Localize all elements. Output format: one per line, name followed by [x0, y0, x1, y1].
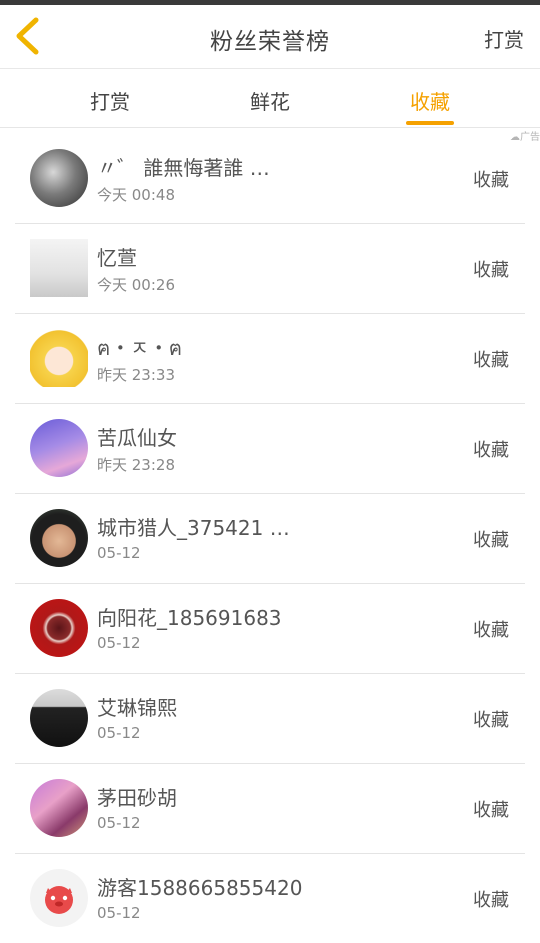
- fan-action: 收藏: [473, 350, 509, 371]
- avatar: [30, 779, 88, 837]
- tab-flowers[interactable]: 鲜花: [230, 86, 310, 115]
- fan-action: 收藏: [473, 710, 509, 731]
- avatar: [30, 509, 88, 567]
- list-item[interactable]: 游客1588665855420 05-12 收藏: [15, 854, 525, 943]
- list-item[interactable]: ฅ・ㅈ・ฅ 昨天 23:33 收藏: [15, 314, 525, 404]
- fan-name: 艾琳锦熙: [97, 696, 177, 720]
- fan-name: 城市猎人_375421 …: [97, 516, 290, 540]
- tab-reward[interactable]: 打赏: [70, 86, 150, 115]
- avatar: [30, 869, 88, 927]
- avatar: [30, 329, 88, 387]
- fan-name: 向阳花_185691683: [97, 606, 282, 630]
- fan-time: 05-12: [97, 814, 141, 832]
- avatar: [30, 149, 88, 207]
- fan-time: 今天 00:48: [97, 186, 175, 204]
- avatar: [30, 239, 88, 297]
- page-title: 粉丝荣誉榜: [210, 29, 330, 55]
- fan-name: 忆萱: [97, 246, 137, 270]
- fan-name: 游客1588665855420: [97, 876, 303, 900]
- fan-time: 05-12: [97, 724, 141, 742]
- fan-action: 收藏: [473, 530, 509, 551]
- fan-name: 苦瓜仙女: [97, 426, 177, 450]
- list-item[interactable]: 向阳花_185691683 05-12 收藏: [15, 584, 525, 674]
- fan-action: 收藏: [473, 620, 509, 641]
- header: 粉丝荣誉榜 打赏: [0, 5, 540, 69]
- avatar: [30, 599, 88, 657]
- fan-time: 05-12: [97, 634, 141, 652]
- avatar: [30, 419, 88, 477]
- tab-favorites[interactable]: 收藏: [390, 86, 470, 115]
- list-item[interactable]: 城市猎人_375421 … 05-12 收藏: [15, 494, 525, 584]
- fan-list: 〃゛ 誰無悔著誰 … 今天 00:48 收藏 忆萱 今天 00:26 收藏 ฅ・…: [15, 134, 525, 943]
- list-item[interactable]: 艾琳锦熙 05-12 收藏: [15, 674, 525, 764]
- fan-action: 收藏: [473, 890, 509, 911]
- avatar: [30, 689, 88, 747]
- default-avatar-icon: [45, 886, 73, 914]
- fan-time: 昨天 23:28: [97, 456, 175, 474]
- list-item[interactable]: 苦瓜仙女 昨天 23:28 收藏: [15, 404, 525, 494]
- active-tab-indicator: [406, 121, 454, 125]
- fan-time: 05-12: [97, 544, 141, 562]
- fan-time: 05-12: [97, 904, 141, 922]
- fan-time: 今天 00:26: [97, 276, 175, 294]
- fan-time: 昨天 23:33: [97, 366, 175, 384]
- fan-name: ฅ・ㅈ・ฅ: [97, 336, 183, 360]
- fan-action: 收藏: [473, 800, 509, 821]
- fan-action: 收藏: [473, 260, 509, 281]
- list-item[interactable]: 忆萱 今天 00:26 收藏: [15, 224, 525, 314]
- reward-button[interactable]: 打赏: [484, 24, 524, 53]
- list-item[interactable]: 〃゛ 誰無悔著誰 … 今天 00:48 收藏: [15, 134, 525, 224]
- fan-action: 收藏: [473, 170, 509, 191]
- fan-action: 收藏: [473, 440, 509, 461]
- fan-name: 〃゛ 誰無悔著誰 …: [97, 156, 270, 180]
- tab-bar: 打赏 鲜花 收藏: [0, 69, 540, 128]
- fan-name: 茅田砂胡: [97, 786, 177, 810]
- list-item[interactable]: 茅田砂胡 05-12 收藏: [15, 764, 525, 854]
